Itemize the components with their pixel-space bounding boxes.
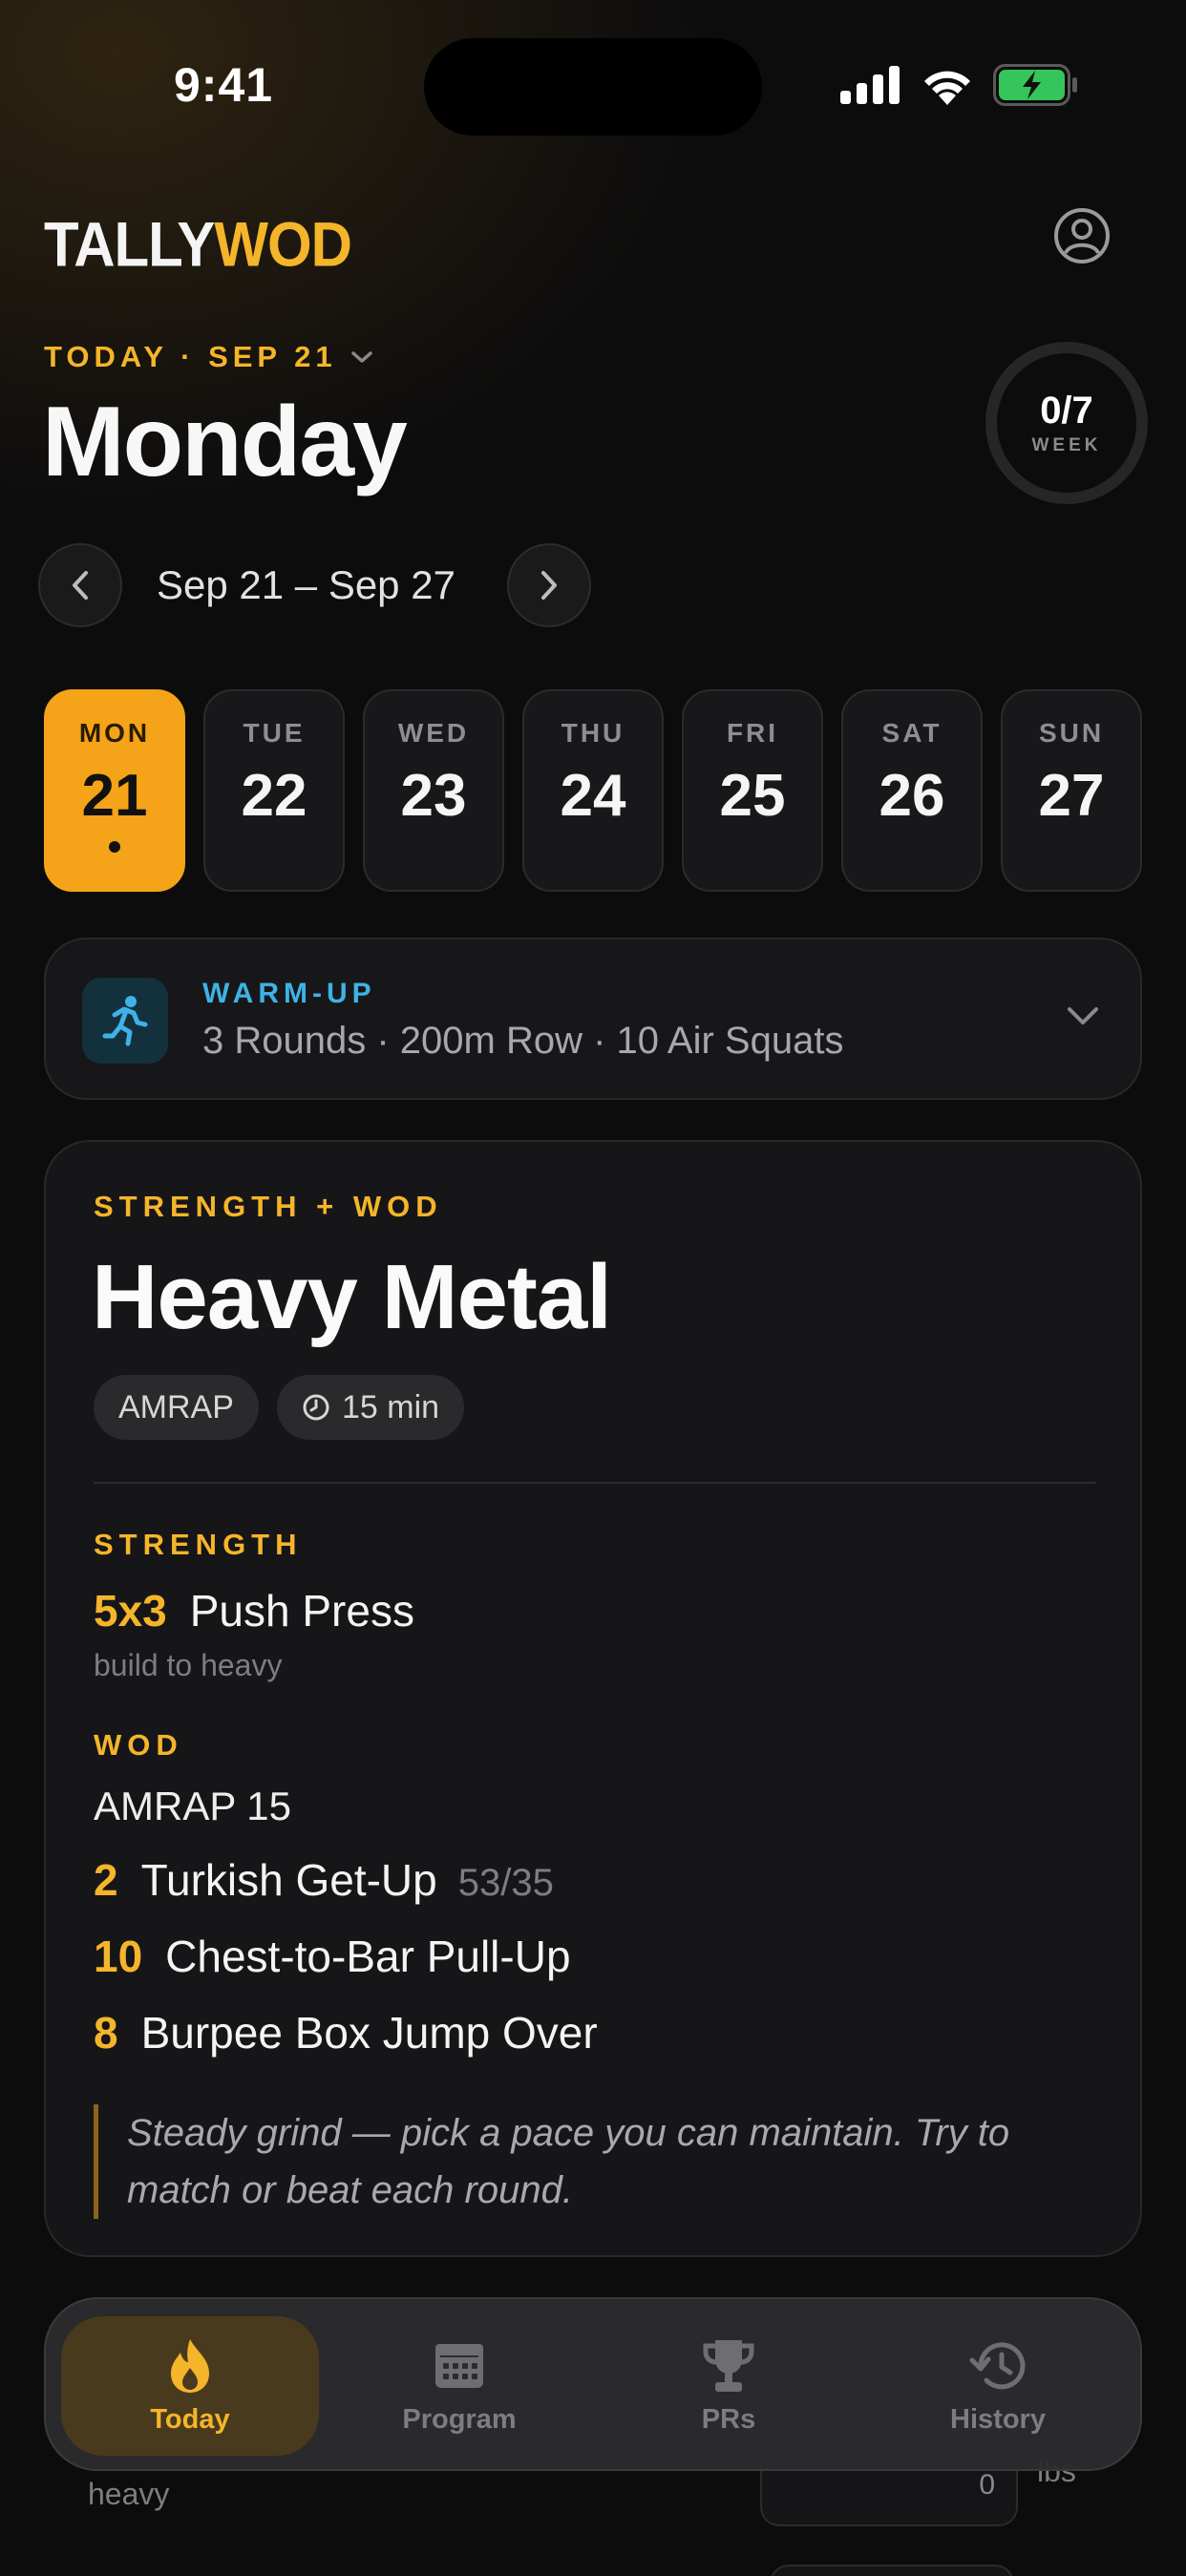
chevron-down-icon (1068, 1007, 1098, 1024)
peek-note: heavy (88, 2477, 170, 2511)
day-name: THU (561, 718, 625, 748)
day-tue[interactable]: TUE 22 (203, 689, 345, 892)
workout-title: Heavy Metal (92, 1246, 612, 1348)
flame-icon (171, 2339, 209, 2393)
day-date: 24 (560, 763, 626, 829)
profile-icon (1054, 208, 1110, 264)
tab-label: Today (150, 2404, 230, 2435)
profile-button[interactable] (1052, 206, 1112, 265)
day-thu[interactable]: THU 24 (522, 689, 664, 892)
week-range: Sep 21 – Sep 27 (157, 562, 455, 607)
tab-history[interactable]: History (869, 2316, 1127, 2456)
movement-reps: 2 (94, 1855, 118, 1905)
warmup-icon-tile (82, 978, 168, 1064)
workout-card: STRENGTH + WOD Heavy Metal AMRAP 15 min … (44, 1140, 1142, 2257)
day-name: FRI (726, 718, 779, 748)
day-date: 21 (81, 763, 148, 829)
app-logo: TALLYWOD (44, 208, 352, 281)
day-date: 22 (241, 763, 307, 829)
day-date: 23 (400, 763, 467, 829)
chevron-down-icon (350, 351, 372, 363)
wod-movement: 8 Burpee Box Jump Over (94, 2007, 598, 2059)
status-time: 9:41 (174, 58, 274, 112)
wod-movement: 2 Turkish Get-Up 53/35 (94, 1854, 554, 1906)
movement-name: Turkish Get-Up (140, 1855, 437, 1905)
tab-bar: Today Program PRs History (44, 2297, 1142, 2471)
running-person-icon (102, 996, 148, 1046)
coach-note: Steady grind — pick a pace you can maint… (94, 2104, 1106, 2219)
tab-label: PRs (701, 2404, 756, 2435)
divider (94, 1482, 1096, 1484)
logo-text-tally: TALLY (44, 209, 215, 280)
battery-charging-icon (993, 64, 1077, 106)
day-date: 26 (879, 763, 945, 829)
day-name: SAT (881, 718, 942, 748)
calendar-icon (435, 2344, 483, 2388)
date-selector[interactable]: TODAY · SEP 21 (44, 340, 373, 374)
day-name: TUE (243, 718, 306, 748)
day-name: MON (78, 718, 151, 748)
day-mon[interactable]: MON 21 (44, 689, 185, 892)
wod-heading: AMRAP 15 (94, 1784, 291, 1828)
day-sat[interactable]: SAT 26 (841, 689, 983, 892)
clock-icon (303, 1394, 329, 1421)
day-name: SUN (1038, 718, 1105, 748)
chevron-left-icon (73, 571, 88, 600)
wod-section-label: WOD (94, 1728, 183, 1762)
strength-note: build to heavy (94, 1648, 283, 1682)
tab-prs[interactable]: PRs (600, 2316, 858, 2456)
history-icon (969, 2342, 1026, 2390)
week-progress-label: WEEK (1031, 435, 1102, 455)
dynamic-island (424, 38, 762, 136)
duration-text: 15 min (342, 1388, 440, 1425)
strength-section-label: STRENGTH (94, 1528, 303, 1561)
tab-today[interactable]: Today (61, 2316, 319, 2456)
workout-indicator-dot (109, 841, 120, 853)
day-sun[interactable]: SUN 27 (1001, 689, 1142, 892)
strength-movement: 5x3 Push Press (94, 1585, 414, 1636)
next-week-button[interactable] (507, 543, 591, 627)
movement-name: Chest-to-Bar Pull-Up (165, 1932, 571, 1981)
strength-scheme: 5x3 (94, 1586, 167, 1636)
format-badge: AMRAP (94, 1375, 259, 1440)
movement-reps: 10 (94, 1932, 143, 1981)
movement-load: 53/35 (457, 1862, 554, 1904)
tab-label: History (950, 2404, 1046, 2435)
day-title: Monday (42, 387, 408, 497)
day-name: WED (397, 718, 470, 748)
tab-label: Program (402, 2404, 517, 2435)
date-label-text: TODAY · SEP 21 (44, 340, 337, 373)
week-progress-count: 0/7 (1040, 390, 1093, 432)
day-date: 27 (1038, 763, 1105, 829)
day-date: 25 (719, 763, 786, 829)
tab-program[interactable]: Program (330, 2316, 588, 2456)
secondary-input[interactable] (770, 2565, 1014, 2576)
status-icons (840, 63, 1079, 107)
wod-movement: 10 Chest-to-Bar Pull-Up (94, 1931, 571, 1982)
chevron-right-icon (541, 571, 557, 600)
warmup-tag: WARM-UP (202, 978, 376, 1009)
movement-name: Burpee Box Jump Over (140, 2008, 598, 2058)
strength-movement-name: Push Press (189, 1586, 414, 1636)
background-glow (0, 0, 1186, 1050)
cellular-signal-icon (840, 66, 900, 104)
previous-week-button[interactable] (38, 543, 122, 627)
workout-category: STRENGTH + WOD (94, 1190, 443, 1223)
warmup-description: 3 Rounds · 200m Row · 10 Air Squats (202, 1020, 844, 1062)
logo-text-wod: WOD (214, 209, 352, 280)
movement-reps: 8 (94, 2008, 118, 2058)
duration-badge: 15 min (277, 1375, 465, 1440)
day-wed[interactable]: WED 23 (363, 689, 504, 892)
warmup-card[interactable]: WARM-UP 3 Rounds · 200m Row · 10 Air Squ… (44, 938, 1142, 1100)
weight-input-value: 0 (979, 2469, 995, 2501)
trophy-icon (703, 2340, 754, 2392)
wifi-icon (924, 71, 970, 105)
day-fri[interactable]: FRI 25 (682, 689, 823, 892)
format-text: AMRAP (118, 1388, 234, 1425)
